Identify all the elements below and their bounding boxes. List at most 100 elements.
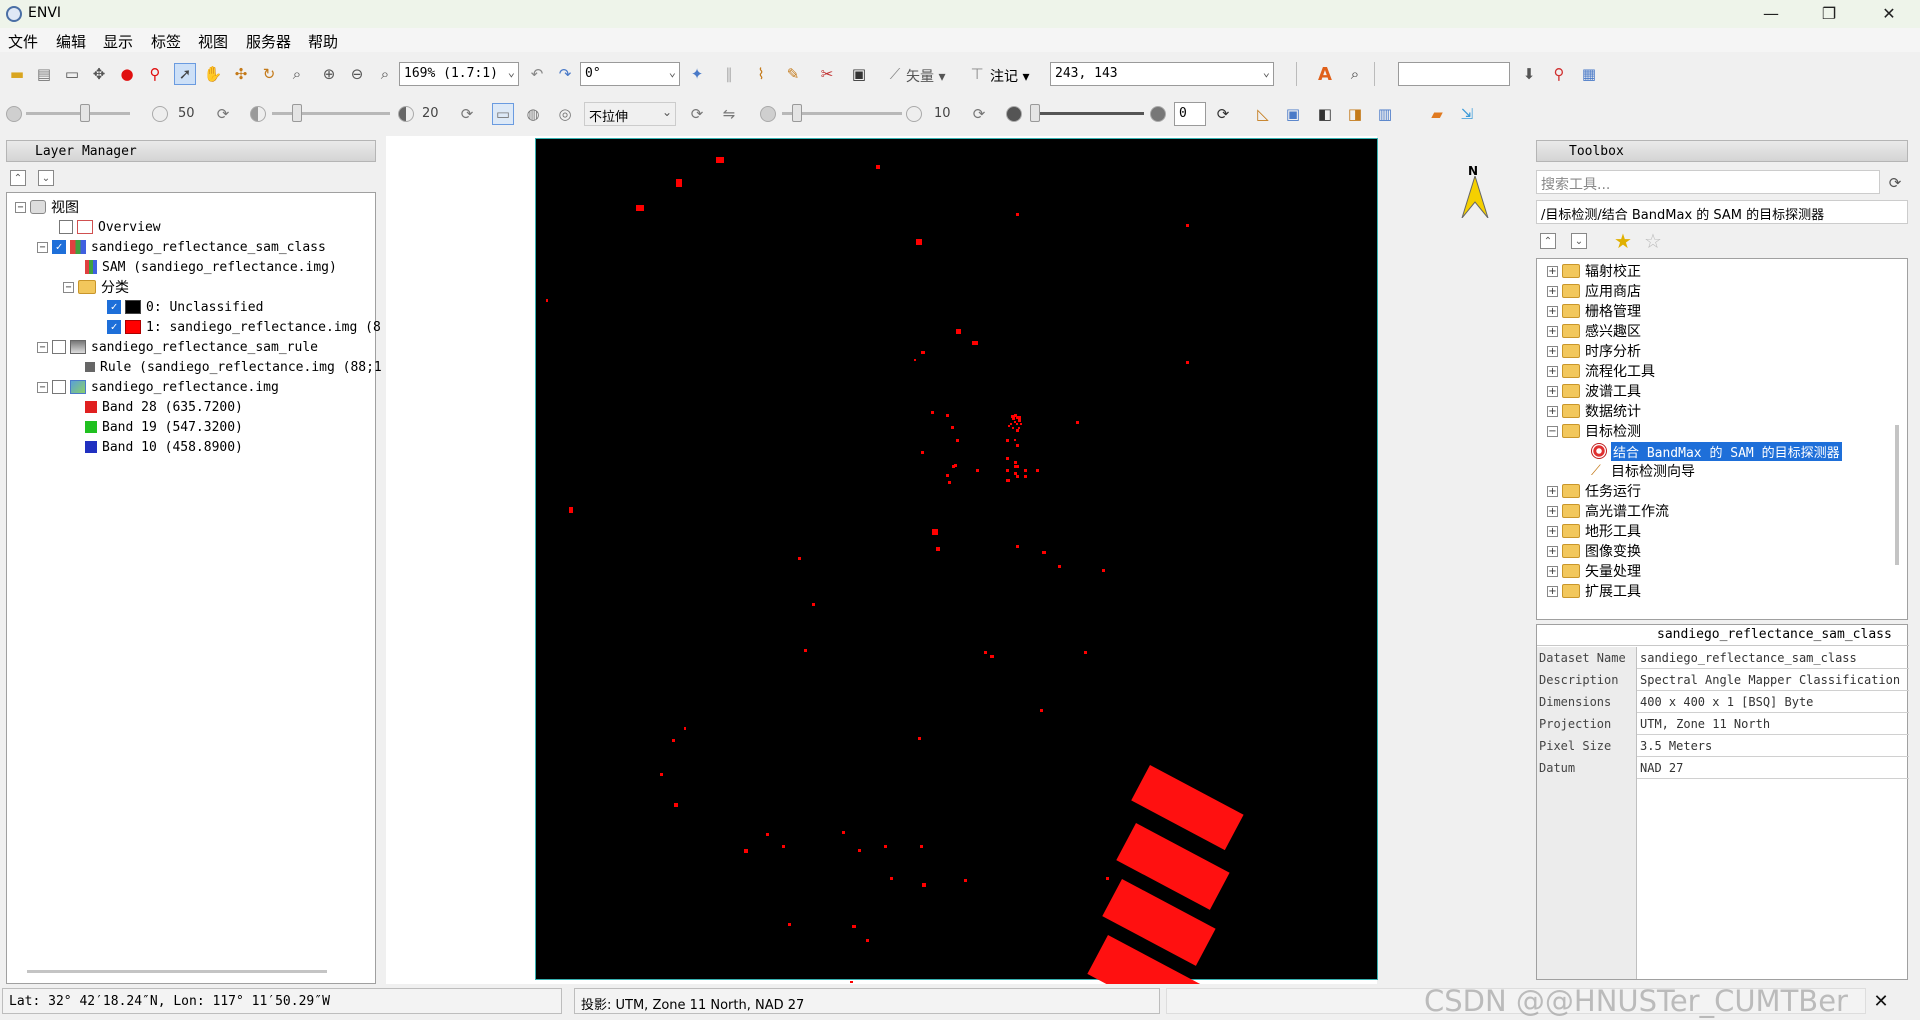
toolbox-folder[interactable]: + 扩展工具: [1547, 581, 1641, 601]
measure-icon[interactable]: ∥: [718, 63, 740, 85]
tree-view-root[interactable]: − 视图: [15, 197, 79, 217]
horizontal-scrollbar[interactable]: [27, 970, 327, 973]
close-icon[interactable]: ✕: [1870, 990, 1892, 1012]
goto-input[interactable]: [1398, 62, 1510, 86]
expand-toggle[interactable]: +: [1547, 385, 1558, 397]
expand-toggle[interactable]: +: [1547, 325, 1558, 337]
pin-icon[interactable]: ⚲: [144, 63, 166, 85]
layer-checkbox[interactable]: ✓: [52, 240, 66, 254]
transparency-knob[interactable]: [1030, 104, 1040, 122]
expand-toggle[interactable]: +: [1547, 585, 1558, 597]
expand-toggle[interactable]: +: [1547, 545, 1558, 557]
layer-checkbox[interactable]: [52, 340, 66, 354]
expand-toggle[interactable]: +: [1547, 265, 1558, 277]
tree-class-folder[interactable]: − 分类: [63, 277, 129, 297]
brightness-knob[interactable]: [80, 104, 90, 122]
tree-overview[interactable]: Overview: [59, 217, 161, 237]
expand-toggle[interactable]: +: [1547, 365, 1558, 377]
vector-icon[interactable]: ⟋: [884, 63, 906, 85]
expand-toggle[interactable]: +: [1547, 305, 1558, 317]
classified-image[interactable]: [535, 138, 1378, 1020]
zoom-extent-icon[interactable]: ⌕: [374, 63, 396, 85]
toolbox-folder[interactable]: + 高光谱工作流: [1547, 501, 1669, 521]
tree-layer-reflectance[interactable]: − sandiego_reflectance.img: [37, 377, 279, 397]
hand-pan-icon[interactable]: ✋: [202, 63, 224, 85]
layer-checkbox[interactable]: [52, 380, 66, 394]
stretch-linear-icon[interactable]: ▭: [492, 103, 514, 125]
histogram-icon[interactable]: ⇋: [718, 103, 740, 125]
refresh-icon[interactable]: ⟳: [456, 103, 478, 125]
vertical-scrollbar[interactable]: [1895, 425, 1899, 565]
menu-help[interactable]: 帮助: [308, 31, 338, 52]
brightness-slider[interactable]: [26, 112, 130, 115]
link-icon[interactable]: ⇲: [1456, 103, 1478, 125]
expand-toggle[interactable]: +: [1547, 405, 1558, 417]
zoom-out-icon[interactable]: ⊖: [346, 63, 368, 85]
menu-edit[interactable]: 编辑: [56, 31, 86, 52]
rotate-left-icon[interactable]: ↶: [526, 63, 548, 85]
expand-toggle[interactable]: +: [1547, 485, 1558, 497]
tree-band-blue[interactable]: Band 10 (458.8900): [85, 437, 243, 457]
toolbox-folder[interactable]: + 感兴趣区: [1547, 321, 1641, 341]
toolbox-folder[interactable]: + 数据统计: [1547, 401, 1641, 421]
expand-toggle[interactable]: +: [1547, 505, 1558, 517]
expand-all-icon[interactable]: ⌃: [1540, 233, 1556, 249]
zoom-combo[interactable]: 169% (1.7:1) ⌄: [399, 62, 519, 86]
search-icon[interactable]: ⌕: [1344, 63, 1366, 85]
portal-icon[interactable]: ◧: [1314, 103, 1336, 125]
stretch-settings-icon[interactable]: ◎: [554, 103, 576, 125]
fly-icon[interactable]: ✣: [230, 63, 252, 85]
rotation-combo[interactable]: 0° ⌄: [580, 62, 680, 86]
stretch-custom-icon[interactable]: ◍: [522, 103, 544, 125]
expand-toggle[interactable]: +: [1547, 525, 1558, 537]
tree-class-1[interactable]: ✓ 1: sandiego_reflectance.img (8: [107, 317, 381, 337]
class-checkbox[interactable]: ✓: [107, 300, 121, 314]
toolbox-folder[interactable]: + 栅格管理: [1547, 301, 1641, 321]
menu-view[interactable]: 视图: [198, 31, 228, 52]
tree-band-red[interactable]: Band 28 (635.7200): [85, 397, 243, 417]
export-icon[interactable]: ▰: [1426, 103, 1448, 125]
image-icon[interactable]: ▣: [1282, 103, 1304, 125]
collapse-all-icon[interactable]: ⌄: [38, 170, 54, 186]
pan-target-icon[interactable]: ✥: [88, 63, 110, 85]
collapse-toggle[interactable]: −: [1547, 425, 1558, 437]
envi-logo-icon[interactable]: A: [1314, 63, 1336, 85]
collapse-toggle[interactable]: −: [37, 341, 48, 353]
overview-checkbox[interactable]: [59, 220, 73, 234]
contrast-knob[interactable]: [292, 104, 302, 122]
download-icon[interactable]: ⬇: [1518, 63, 1540, 85]
sharpen-knob[interactable]: [792, 104, 802, 122]
favorites-star-empty-icon[interactable]: ☆: [1642, 229, 1664, 253]
close-button[interactable]: ✕: [1866, 0, 1912, 28]
refresh-icon[interactable]: ⟳: [1884, 172, 1906, 194]
toolbox-folder-target-detection[interactable]: − 目标检测: [1547, 421, 1641, 441]
collapse-toggle[interactable]: −: [63, 281, 74, 293]
refresh-icon[interactable]: ⟳: [1212, 103, 1234, 125]
toolbox-folder[interactable]: + 矢量处理: [1547, 561, 1641, 581]
refresh-icon[interactable]: ⟳: [968, 103, 990, 125]
record-icon[interactable]: ●: [116, 63, 138, 85]
toolbox-tool-sam-detector[interactable]: 结合 BandMax 的 SAM 的目标探测器: [1591, 441, 1842, 461]
profile-icon[interactable]: ⌇: [750, 63, 772, 85]
expand-toggle[interactable]: +: [1547, 285, 1558, 297]
refresh-icon[interactable]: ⟳: [686, 103, 708, 125]
collapse-all-icon[interactable]: ⌄: [1571, 233, 1587, 249]
rotate-icon[interactable]: ↻: [258, 63, 280, 85]
toolbox-folder[interactable]: + 地形工具: [1547, 521, 1641, 541]
minimize-button[interactable]: —: [1748, 0, 1794, 28]
toolbox-folder[interactable]: + 任务运行: [1547, 481, 1641, 501]
vector-dropdown[interactable]: 矢量 ▾: [906, 66, 945, 86]
ruler-icon[interactable]: ◺: [1252, 103, 1274, 125]
edit-roi-icon[interactable]: ✎: [782, 63, 804, 85]
toolbox-folder[interactable]: + 辐射校正: [1547, 261, 1641, 281]
tree-band-green[interactable]: Band 19 (547.3200): [85, 417, 243, 437]
layer-icon[interactable]: ▦: [1578, 63, 1600, 85]
crosshair-icon[interactable]: ✦: [686, 63, 708, 85]
expand-all-icon[interactable]: ⌃: [10, 170, 26, 186]
menu-label[interactable]: 标签: [151, 31, 181, 52]
display-icon[interactable]: ▭: [61, 63, 83, 85]
tree-layer-sam-class[interactable]: − ✓ sandiego_reflectance_sam_class: [37, 237, 326, 257]
menu-file[interactable]: 文件: [8, 31, 38, 52]
refresh-icon[interactable]: ⟳: [212, 103, 234, 125]
tree-rule-source[interactable]: Rule (sandiego_reflectance.img (88;1: [85, 357, 382, 377]
